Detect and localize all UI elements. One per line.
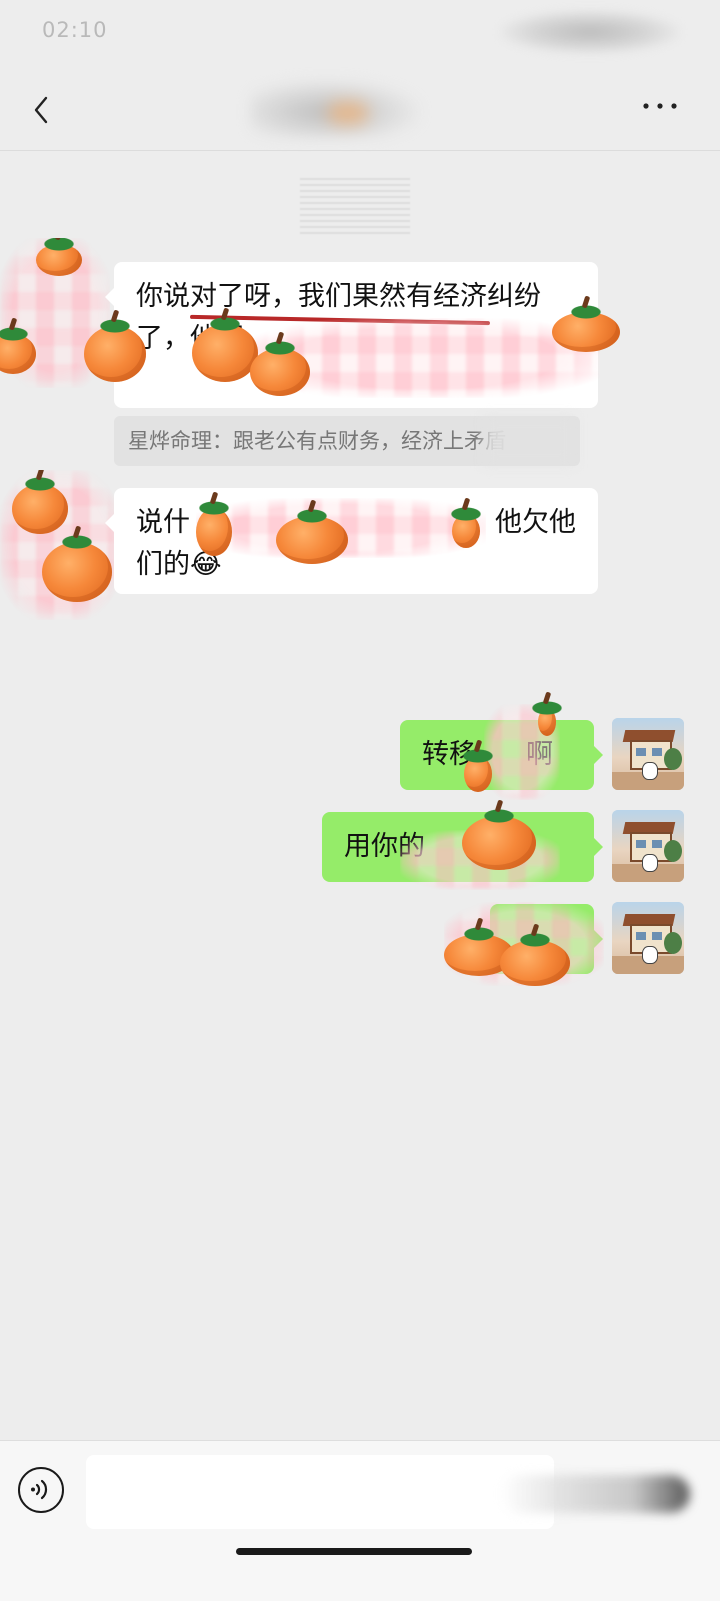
- input-actions-blurred: [500, 1475, 690, 1513]
- persimmon-sticker: [462, 816, 536, 870]
- status-time: 02:10: [42, 18, 108, 42]
- status-icons-blurred: [500, 10, 680, 54]
- persimmon-sticker: [196, 508, 232, 556]
- input-bar: [0, 1440, 720, 1601]
- user-avatar[interactable]: [612, 718, 684, 790]
- user-avatar[interactable]: [612, 810, 684, 882]
- chat-header: [0, 68, 720, 151]
- persimmon-sticker: [552, 312, 620, 352]
- persimmon-sticker: [452, 514, 480, 548]
- time-separator-blurred: [300, 178, 410, 234]
- message-input[interactable]: [86, 1455, 554, 1529]
- message-text-line: 你说对了呀，我们果然有经济纠纷: [136, 281, 541, 312]
- voice-input-button[interactable]: [18, 1467, 64, 1513]
- contact-avatar[interactable]: [0, 470, 120, 620]
- message-text-fragment: 说什: [136, 507, 190, 538]
- voice-icon: [31, 1479, 48, 1500]
- persimmon-sticker: [538, 708, 556, 736]
- persimmon-sticker: [500, 940, 570, 986]
- more-icon[interactable]: [640, 96, 680, 116]
- persimmon-sticker: [84, 326, 146, 382]
- persimmon-sticker: [276, 516, 348, 564]
- user-avatar[interactable]: [612, 902, 684, 974]
- home-indicator: [236, 1548, 472, 1555]
- back-icon[interactable]: [28, 90, 56, 130]
- chat-title-blurred: [250, 80, 420, 138]
- persimmon-sticker: [250, 348, 310, 396]
- persimmon-sticker: [464, 756, 492, 792]
- quote-blur: [484, 418, 574, 464]
- persimmon-sticker: [192, 324, 258, 382]
- message-text-fragment: 他欠他: [495, 507, 576, 538]
